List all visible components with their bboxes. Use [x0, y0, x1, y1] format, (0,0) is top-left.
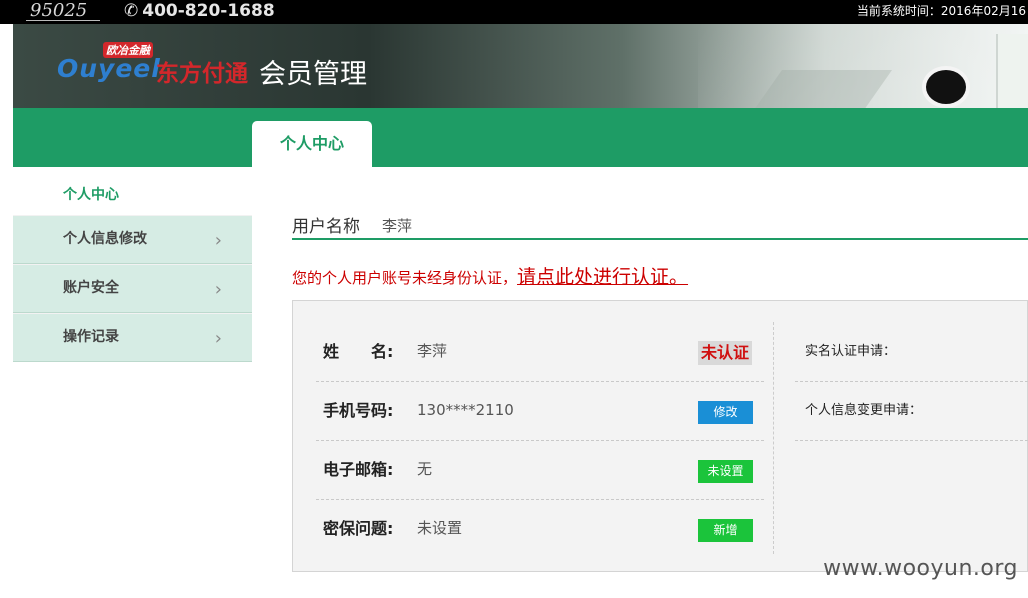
realname-application-row: 实名认证申请：: [795, 322, 1028, 382]
row-label: 手机号码:: [323, 401, 394, 420]
row-label: 电子邮箱:: [323, 460, 394, 479]
set-email-button[interactable]: 未设置: [698, 460, 753, 483]
header-banner: 欧冶金融 Ouyeel 东方付通 会员管理: [13, 24, 1028, 108]
main-nav: 个人中心: [13, 108, 1028, 167]
coffee-cup-illustration: [922, 66, 970, 108]
phone-icon: ✆: [124, 1, 139, 21]
info-row-email: 电子邮箱: 无 未设置: [316, 440, 764, 500]
username-label: 用户名称: [292, 217, 360, 237]
chevron-right-icon: ›: [214, 328, 222, 349]
phone-number-group: ✆ 400-820-1688: [124, 0, 275, 24]
system-time: 当前系统时间：2016年02月16: [856, 4, 1026, 18]
phone-number: 400-820-1688: [142, 1, 275, 21]
username-value: 李萍: [382, 217, 413, 235]
logo-chinese: 东方付通: [156, 61, 248, 87]
sidebar-item-label: 操作记录: [63, 329, 119, 345]
sidebar-item-operation-log[interactable]: 操作记录 ›: [13, 313, 252, 362]
modify-phone-button[interactable]: 修改: [698, 401, 753, 424]
info-change-application-row: 个人信息变更申请：: [795, 381, 1028, 441]
chevron-right-icon: ›: [214, 279, 222, 300]
sidebar-heading[interactable]: 个人中心: [63, 184, 119, 204]
sidebar-item-account-security[interactable]: 账户安全 ›: [13, 264, 252, 313]
status-badge: 未认证: [698, 341, 753, 365]
banner-decoration: [698, 24, 1028, 108]
verify-link[interactable]: 请点此处进行认证。: [517, 266, 688, 288]
add-security-question-button[interactable]: 新增: [698, 519, 753, 542]
panel-divider: [773, 322, 774, 554]
username-divider: [292, 238, 1028, 240]
sidebar-item-label: 个人信息修改: [63, 231, 147, 247]
warning-text: 您的个人用户账号未经身份认证，: [292, 269, 518, 287]
row-value: 李萍: [417, 342, 448, 360]
watermark: www.wooyun.org: [823, 556, 1018, 581]
page-title: 会员管理: [259, 59, 367, 90]
logo-text: Ouyeel: [57, 54, 161, 83]
chevron-right-icon: ›: [214, 230, 222, 251]
row-value: 未设置: [417, 519, 463, 537]
row-label: 个人信息变更申请：: [805, 403, 923, 418]
sidebar-item-profile-edit[interactable]: 个人信息修改 ›: [13, 215, 252, 264]
sidebar-item-label: 账户安全: [63, 280, 119, 296]
row-value: 无: [417, 460, 433, 478]
row-label: 密保问题:: [323, 519, 394, 538]
row-label: 实名认证申请：: [805, 344, 897, 359]
info-row-security-question: 密保问题: 未设置 新增: [316, 499, 764, 558]
paper-illustration: [996, 34, 1028, 108]
top-bar: 95025 ✆ 400-820-1688 当前系统时间：2016年02月16: [0, 0, 1028, 24]
info-row-phone: 手机号码: 130****2110 修改: [316, 381, 764, 441]
row-label: 姓 名:: [323, 342, 394, 361]
tab-personal-center[interactable]: 个人中心: [252, 121, 372, 167]
row-value: 130****2110: [417, 401, 514, 419]
hotline-underline: [26, 20, 100, 21]
info-row-name: 姓 名: 李萍 未认证: [316, 322, 764, 382]
verification-warning: 您的个人用户账号未经身份认证，请点此处进行认证。: [292, 262, 688, 289]
